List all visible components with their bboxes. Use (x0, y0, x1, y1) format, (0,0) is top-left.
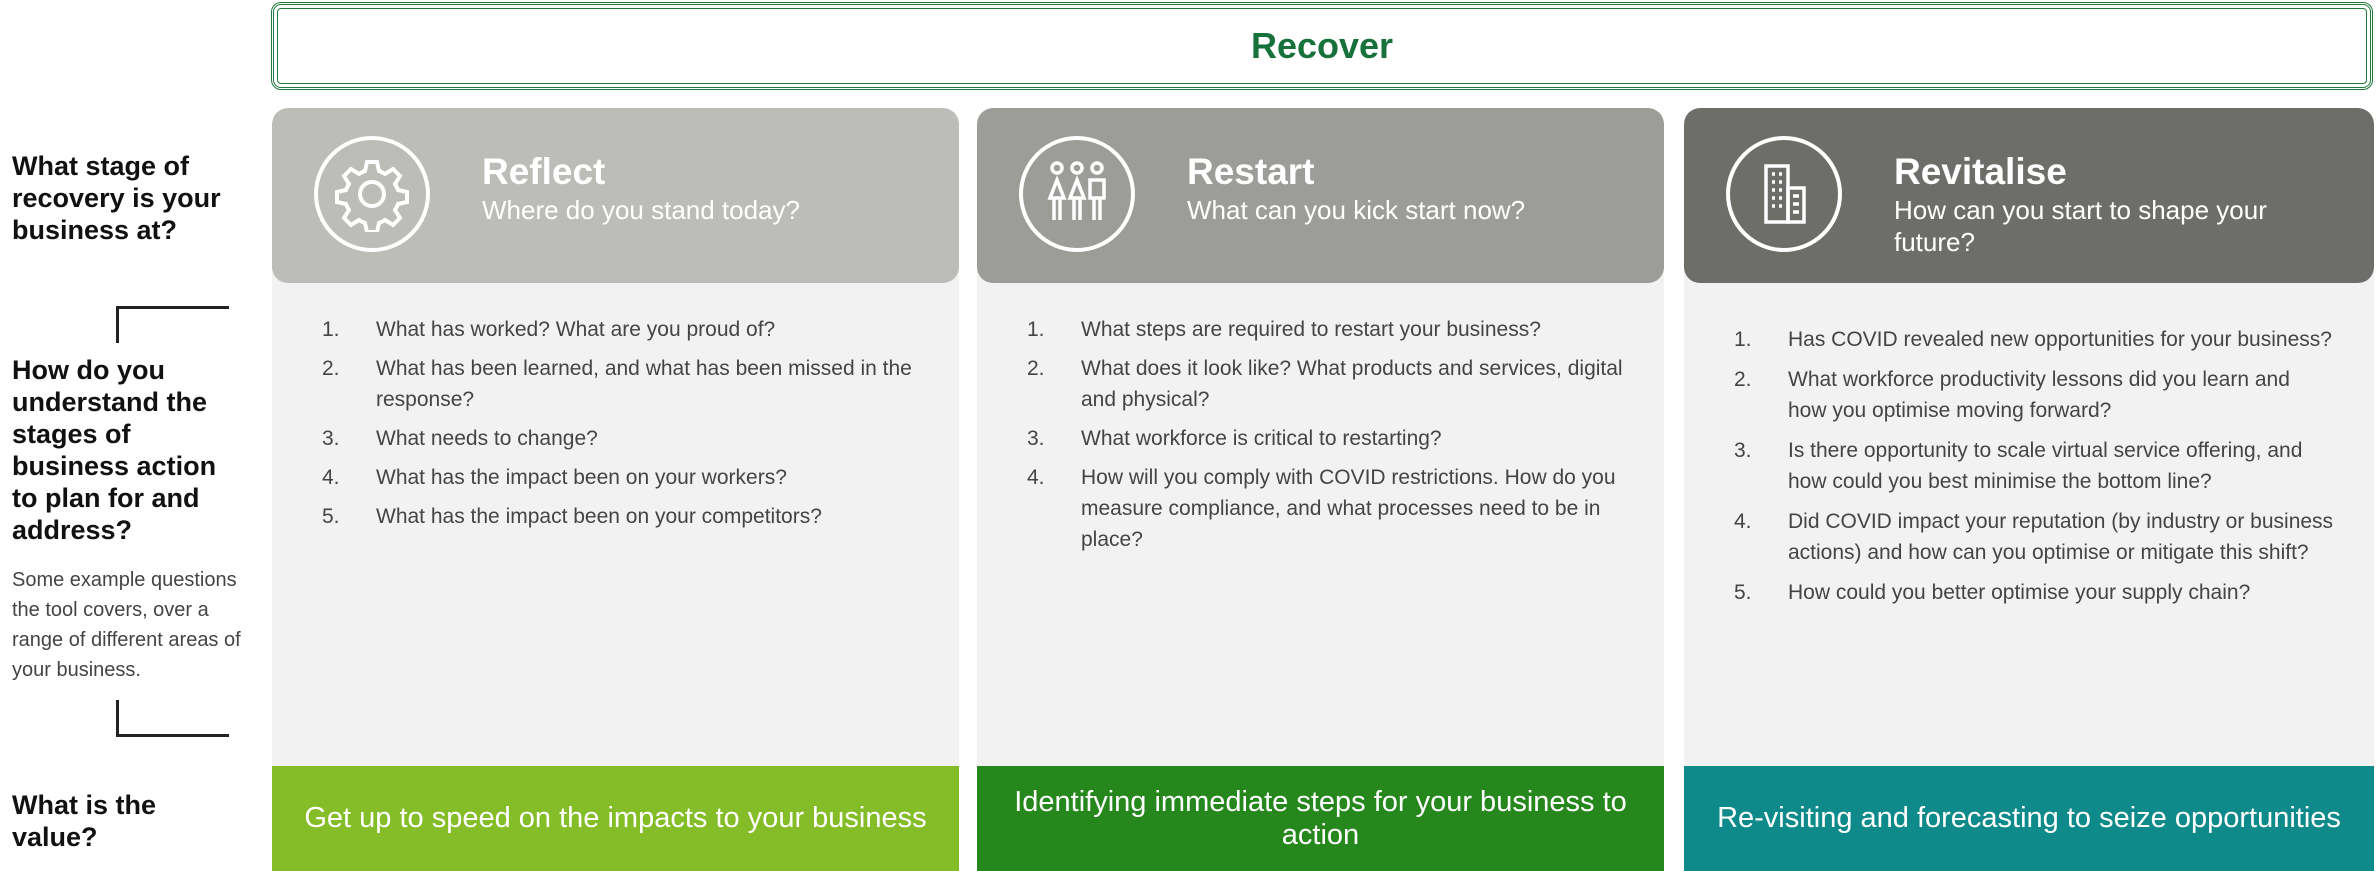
question-list-revitalise: 1. Has COVID revealed new opportunities f… (1734, 324, 2334, 617)
column-subtitle: What can you kick start now? (1187, 195, 1526, 225)
question-value: What is the value? (12, 790, 157, 852)
bracket-top (116, 306, 229, 343)
list-item: 3. What workforce is critical to restarti… (1027, 427, 1442, 450)
list-item: 4. How will you comply with COVID restric… (1027, 466, 1616, 551)
column-subtitle: How can you start to shape your future? (1894, 195, 2267, 257)
column-revitalise: Revitalise How can you start to shape yo… (1684, 108, 2374, 871)
column-header-reflect: Reflect Where do you stand today? (272, 108, 959, 283)
list-item: 3. What needs to change? (322, 427, 598, 450)
column-header-restart: Restart What can you kick start now? (977, 108, 1664, 283)
value-box-reflect: Get up to speed on the impacts to your b… (272, 766, 959, 871)
question-list-reflect: 1. What has worked? What are you proud of… (322, 314, 919, 540)
list-item: 5. How could you better optimise your sup… (1734, 581, 2251, 604)
value-box-restart: Identifying immediate steps for your bus… (977, 766, 1664, 871)
header-title: Recover (1250, 25, 1394, 66)
description-text: Some example questions the tool covers, … (12, 569, 241, 681)
list-item: 3. Is there opportunity to scale virtual … (1734, 439, 2303, 493)
value-box-revitalise: Re-visiting and forecasting to seize opp… (1684, 766, 2374, 871)
column-title: Reflect (482, 151, 606, 192)
list-item: 2. What workforce productivity lessons di… (1734, 368, 2290, 422)
list-item: 1. What steps are required to restart you… (1027, 318, 1541, 341)
people-icon (1019, 136, 1135, 252)
list-item: 4. What has the impact been on your worke… (322, 466, 787, 489)
buildings-icon (1726, 136, 1842, 252)
question-list-restart: 1. What steps are required to restart you… (1027, 314, 1624, 563)
bracket-bottom (116, 700, 229, 737)
list-item: 2. What does it look like? What products … (1027, 357, 1623, 411)
list-item: 4. Did COVID impact your reputation (by i… (1734, 510, 2334, 564)
column-title: Revitalise (1894, 151, 2067, 192)
column-header-revitalise: Revitalise How can you start to shape yo… (1684, 108, 2374, 283)
question-stage: What stage of recovery is your business … (12, 151, 221, 245)
list-item: 5. What has the impact been on your compe… (322, 505, 822, 528)
column-title: Restart (1187, 151, 1315, 192)
list-item: 1. What has worked? What are you proud of… (322, 318, 776, 341)
column-restart: Restart What can you kick start now? 1. W… (977, 108, 1664, 871)
question-understand: How do you understand the stages of busi… (12, 355, 217, 545)
gear-icon (314, 136, 430, 252)
recover-header: Recover (271, 2, 2373, 90)
list-item: 1. Has COVID revealed new opportunities f… (1734, 328, 2332, 351)
list-item: 2. What has been learned, and what has be… (322, 357, 912, 411)
column-subtitle: Where do you stand today? (482, 195, 800, 225)
column-reflect: Reflect Where do you stand today? 1. What… (272, 108, 959, 871)
